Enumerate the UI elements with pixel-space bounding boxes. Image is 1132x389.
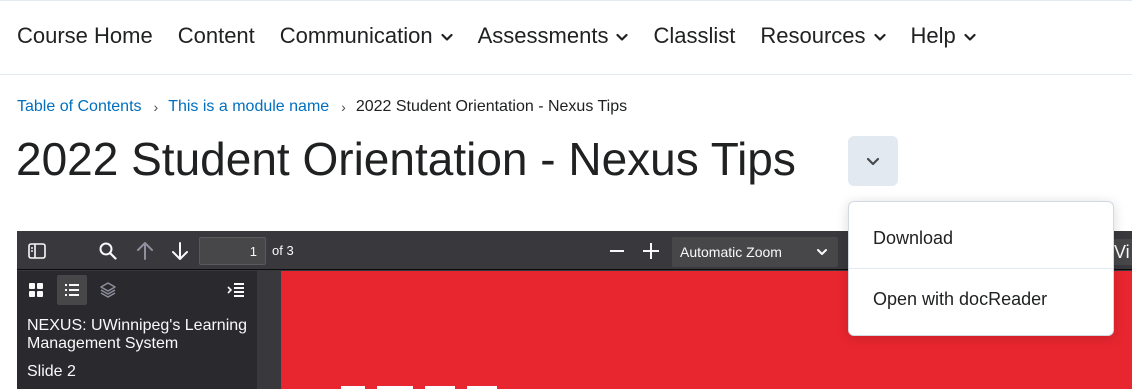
nav-help-label: Help (910, 23, 956, 48)
nav-resources-label: Resources (760, 23, 866, 48)
outline-view-button[interactable] (57, 275, 87, 305)
grid-icon (29, 283, 43, 297)
outline-locate-icon (227, 283, 244, 297)
pdf-sidebar: NEXUS: UWinnipeg's Learning Management S… (17, 271, 257, 389)
nav-classlist[interactable]: Classlist (653, 23, 735, 49)
zoom-select[interactable]: Automatic Zoom (672, 237, 838, 267)
list-icon (65, 284, 79, 296)
chevron-down-icon (616, 33, 629, 41)
previous-page-button[interactable] (131, 237, 159, 265)
zoom-in-button[interactable] (637, 237, 665, 265)
breadcrumb-table-of-contents[interactable]: Table of Contents (17, 97, 142, 117)
current-outline-item-button[interactable] (221, 275, 251, 305)
minus-icon (610, 250, 624, 252)
chevron-down-icon (817, 249, 827, 255)
zoom-out-button[interactable] (603, 237, 631, 265)
zoom-select-value: Automatic Zoom (680, 244, 782, 260)
nav-classlist-label: Classlist (653, 23, 736, 48)
chevron-down-icon (964, 33, 976, 41)
outline-item[interactable]: NEXUS: UWinnipeg's Learning Management S… (27, 317, 252, 353)
nav-assessments[interactable]: Assessments (478, 23, 629, 49)
find-button[interactable] (94, 237, 122, 265)
layers-icon (100, 282, 116, 298)
nav-content[interactable]: Content (178, 23, 255, 49)
thumbnail-view-button[interactable] (21, 275, 51, 305)
nav-assessments-label: Assessments (477, 23, 609, 48)
page-count-label: of 3 (272, 243, 294, 258)
nav-communication[interactable]: Communication (280, 23, 453, 49)
page-title: 2022 Student Orientation - Nexus Tips (16, 133, 796, 185)
outline-item[interactable]: Slide 2 (27, 363, 76, 381)
plus-icon (643, 243, 659, 259)
page-number-input[interactable] (199, 237, 266, 265)
nav-communication-label: Communication (279, 23, 433, 48)
course-nav: Course Home Content Communication Assess… (17, 23, 1001, 49)
breadcrumb-module[interactable]: This is a module name (168, 97, 329, 117)
course-navbar: Course Home Content Communication Assess… (0, 0, 1132, 75)
layers-view-button[interactable] (93, 275, 123, 305)
nav-course-home-label: Course Home (17, 23, 153, 48)
title-actions-button[interactable] (848, 136, 898, 186)
arrow-down-icon (172, 242, 188, 260)
chevron-down-icon (441, 33, 453, 41)
sidebar-resizer[interactable] (257, 271, 281, 389)
breadcrumb-separator: › (153, 99, 159, 115)
next-page-button[interactable] (166, 237, 194, 265)
sidebar-toggle-icon (28, 243, 46, 259)
chevron-down-icon (866, 157, 880, 166)
breadcrumb-current: 2022 Student Orientation - Nexus Tips (355, 98, 628, 115)
arrow-up-icon (137, 242, 153, 260)
slide-heading-fragment (341, 376, 501, 389)
nav-help[interactable]: Help (911, 23, 976, 49)
breadcrumb-separator: › (341, 99, 346, 115)
search-icon (99, 242, 117, 260)
nav-resources[interactable]: Resources (760, 23, 886, 49)
menu-item-open-docreader[interactable]: Open with docReader (849, 268, 1113, 328)
sidebar-view-buttons (17, 271, 257, 309)
sidebar-toggle-button[interactable] (23, 237, 51, 265)
menu-item-download[interactable]: Download (849, 208, 1113, 268)
nav-content-label: Content (177, 23, 255, 48)
chevron-down-icon (873, 33, 886, 41)
breadcrumb: Table of Contents › This is a module nam… (17, 97, 627, 117)
title-actions-menu: Download Open with docReader (848, 201, 1114, 336)
nav-course-home[interactable]: Course Home (17, 23, 153, 49)
